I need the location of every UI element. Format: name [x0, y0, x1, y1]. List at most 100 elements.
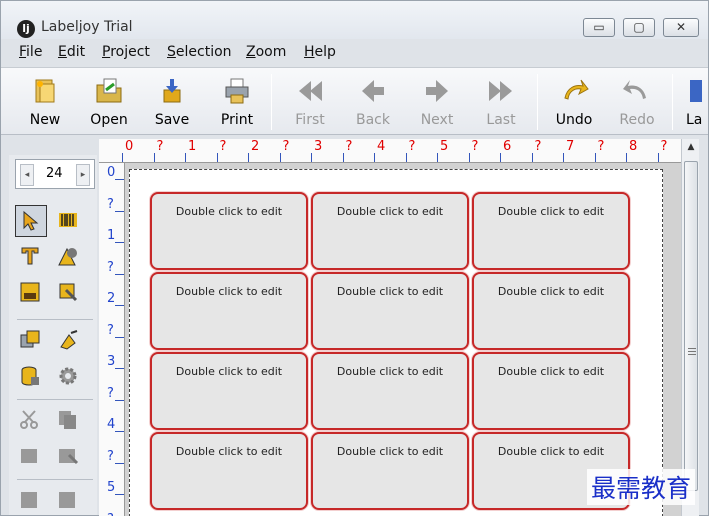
vertical-scrollbar[interactable]: ▲ [681, 139, 699, 516]
minimize-button[interactable]: ▭ [583, 18, 615, 37]
menu-bar: File Edit Project Selection Zoom Help [1, 41, 708, 65]
distribute-tool[interactable] [53, 485, 85, 516]
ruler-tick [594, 153, 596, 162]
back-button[interactable]: Back [343, 72, 403, 132]
ruler-tick [468, 153, 470, 162]
zoom-spinner[interactable]: ◂ 24 ▸ [15, 159, 95, 189]
ruler-tick [115, 336, 124, 338]
print-button[interactable]: Print [207, 72, 267, 132]
new-button[interactable]: New [15, 72, 75, 132]
ruler-tick [153, 153, 155, 162]
save-label: Save [154, 112, 190, 128]
zoom-decrease-button[interactable]: ◂ [20, 164, 34, 186]
label-cell[interactable]: Double click to edit [150, 192, 308, 270]
cut-tool[interactable] [15, 405, 47, 437]
horizontal-ruler: 0? 1? 2? 3? 4? 5? 6? 7? 8? [99, 139, 681, 163]
ruler-left-mark: 0 [107, 165, 116, 180]
table-icon [20, 330, 40, 348]
next-label: Next [420, 112, 454, 128]
ruler-tick [657, 153, 659, 162]
label-cell[interactable]: Double click to edit [311, 272, 469, 350]
arrow-cursor-icon [23, 210, 39, 231]
save-icon [163, 79, 181, 103]
layout-icon [690, 80, 702, 102]
label-cell[interactable]: Double click to edit [311, 352, 469, 430]
ruler-top-mark: ? [471, 139, 479, 154]
last-label: Last [486, 112, 516, 128]
label-cell[interactable]: Double click to edit [150, 272, 308, 350]
send-back-tool[interactable] [53, 441, 85, 473]
bring-front-tool[interactable] [15, 441, 47, 473]
first-button[interactable]: First [280, 72, 340, 132]
align-tool[interactable] [15, 485, 47, 516]
ruler-top-mark: ? [156, 139, 164, 154]
menu-edit[interactable]: Edit [58, 44, 85, 60]
label-cell[interactable]: Double click to edit [472, 272, 630, 350]
open-button[interactable]: Open [79, 72, 139, 132]
shape-tool[interactable] [53, 241, 85, 273]
select-tool[interactable] [15, 205, 47, 237]
label-cell[interactable]: Double click to edit [150, 352, 308, 430]
shapes-icon [58, 247, 77, 266]
picture-icon [59, 283, 78, 302]
undo-button[interactable]: Undo [544, 72, 604, 132]
menu-project[interactable]: Project [102, 44, 150, 60]
maximize-button[interactable]: ▢ [623, 18, 655, 37]
zoom-value[interactable]: 24 [46, 166, 63, 181]
label-cell[interactable]: Double click to edit [472, 192, 630, 270]
menu-selection[interactable]: Selection [167, 44, 232, 60]
window-title: Labeljoy Trial [41, 19, 133, 35]
ruler-tick [122, 153, 123, 162]
ruler-tick [405, 153, 407, 162]
print-label: Print [220, 112, 254, 128]
ruler-tick [531, 153, 533, 162]
last-button[interactable]: Last [471, 72, 531, 132]
label-cell[interactable]: Double click to edit [311, 432, 469, 510]
image-tool[interactable] [53, 277, 85, 309]
label-placeholder-text: Double click to edit [175, 445, 283, 458]
barcode-tool[interactable] [53, 205, 85, 237]
settings-tool[interactable] [53, 361, 85, 393]
ruler-left-mark: 3 [107, 354, 116, 369]
ruler-tick [115, 179, 124, 180]
scroll-up-button[interactable]: ▲ [684, 142, 698, 156]
ruler-top-mark: ? [408, 139, 416, 154]
ruler-top-mark: 6 [503, 139, 512, 154]
layout-button[interactable]: La [678, 72, 708, 132]
layout-label: La [686, 112, 703, 128]
label-sheet[interactable]: Double click to edit Double click to edit… [129, 169, 663, 516]
ruler-top-mark: 4 [377, 139, 386, 154]
label-placeholder-text: Double click to edit [336, 365, 444, 378]
labeljoy-app-icon[interactable]: lj [17, 20, 35, 38]
table-tool[interactable] [15, 325, 47, 357]
paint-tool[interactable] [53, 325, 85, 357]
close-button[interactable]: ✕ [663, 18, 699, 37]
zoom-increase-button[interactable]: ▸ [76, 164, 90, 186]
menu-file[interactable]: File [19, 44, 42, 60]
menu-zoom[interactable]: Zoom [246, 44, 286, 60]
ruler-top-mark: ? [345, 139, 353, 154]
ruler-top-mark: ? [660, 139, 668, 154]
scroll-thumb[interactable] [684, 161, 698, 491]
label-canvas[interactable]: 0? 1? 2? 3? 4? 5? 6? 7? 8? 0? 1? 2? 3? 4? 5? Double c… [99, 139, 681, 516]
ruler-tick [374, 153, 375, 162]
label-cell[interactable]: Double click to edit [311, 192, 469, 270]
text-box-tool[interactable] [15, 277, 47, 309]
redo-button[interactable]: Redo [607, 72, 667, 132]
label-cell[interactable]: Double click to edit [472, 352, 630, 430]
text-tool[interactable] [15, 241, 47, 273]
ruler-left-mark: 2 [107, 291, 116, 306]
scroll-grip-icon [688, 348, 696, 355]
label-placeholder-text: Double click to edit [497, 365, 605, 378]
label-placeholder-text: Double click to edit [175, 285, 283, 298]
database-tool[interactable] [15, 361, 47, 393]
ruler-left-mark: 4 [107, 417, 116, 432]
menu-help[interactable]: Help [304, 44, 336, 60]
distribute-icon [59, 492, 75, 508]
label-cell[interactable]: Double click to edit [150, 432, 308, 510]
redo-label: Redo [619, 112, 655, 128]
tool-separator [17, 319, 93, 320]
copy-tool[interactable] [53, 405, 85, 437]
next-button[interactable]: Next [407, 72, 467, 132]
save-button[interactable]: Save [142, 72, 202, 132]
